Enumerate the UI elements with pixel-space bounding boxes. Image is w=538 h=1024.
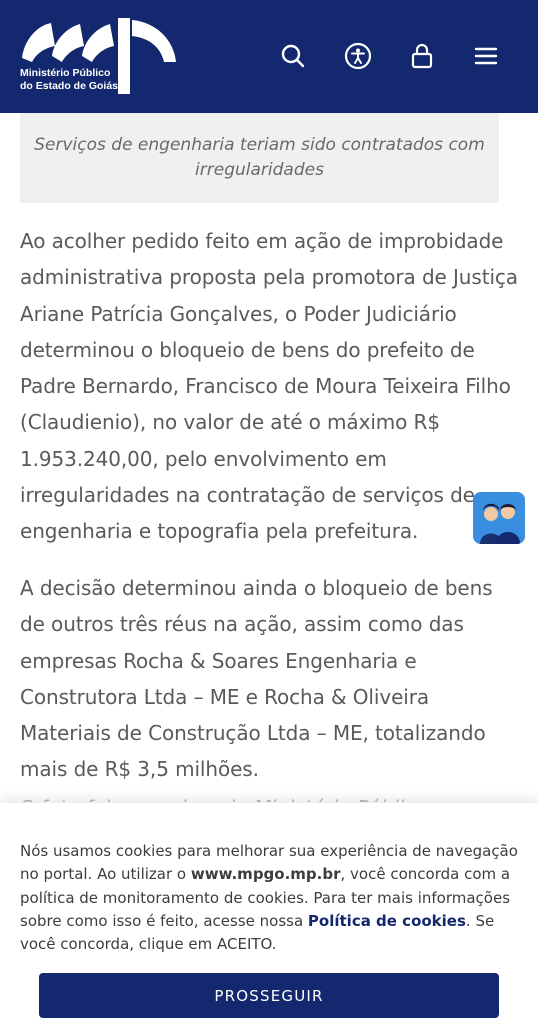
accessibility-icon (344, 42, 372, 70)
site-header: Ministério Público do Estado de Goiás (0, 0, 538, 113)
article-paragraph-3: O fato foi apurado pelo Ministério Públi… (20, 790, 520, 802)
site-link[interactable]: www.mpgo.mp.br (191, 865, 341, 883)
logo-line-2: do Estado de Goiás (20, 80, 119, 92)
article-paragraph-2: A decisão determinou ainda o bloqueio de… (20, 576, 493, 782)
logo-text: Ministério Público do Estado de Goiás (20, 67, 118, 93)
login-button[interactable] (406, 40, 438, 72)
search-button[interactable] (277, 40, 309, 72)
accessibility-button[interactable] (342, 40, 374, 72)
assistant-avatar-icon (473, 492, 525, 544)
cookie-message: Nós usamos cookies para melhorar sua exp… (20, 840, 520, 956)
accept-cookies-button[interactable]: PROSSEGUIR (39, 973, 499, 1018)
menu-button[interactable] (470, 40, 502, 72)
logo-line-1: Ministério Público (20, 67, 111, 79)
cookie-policy-link[interactable]: Política de cookies (308, 912, 466, 930)
lock-icon (411, 43, 433, 69)
virtual-assistant-button[interactable] (473, 492, 525, 544)
search-icon (281, 44, 305, 68)
menu-icon (474, 47, 498, 65)
article-paragraph-1: Ao acolher pedido feito em ação de impro… (20, 229, 518, 544)
image-caption: Serviços de engenharia teriam sido contr… (34, 135, 485, 180)
